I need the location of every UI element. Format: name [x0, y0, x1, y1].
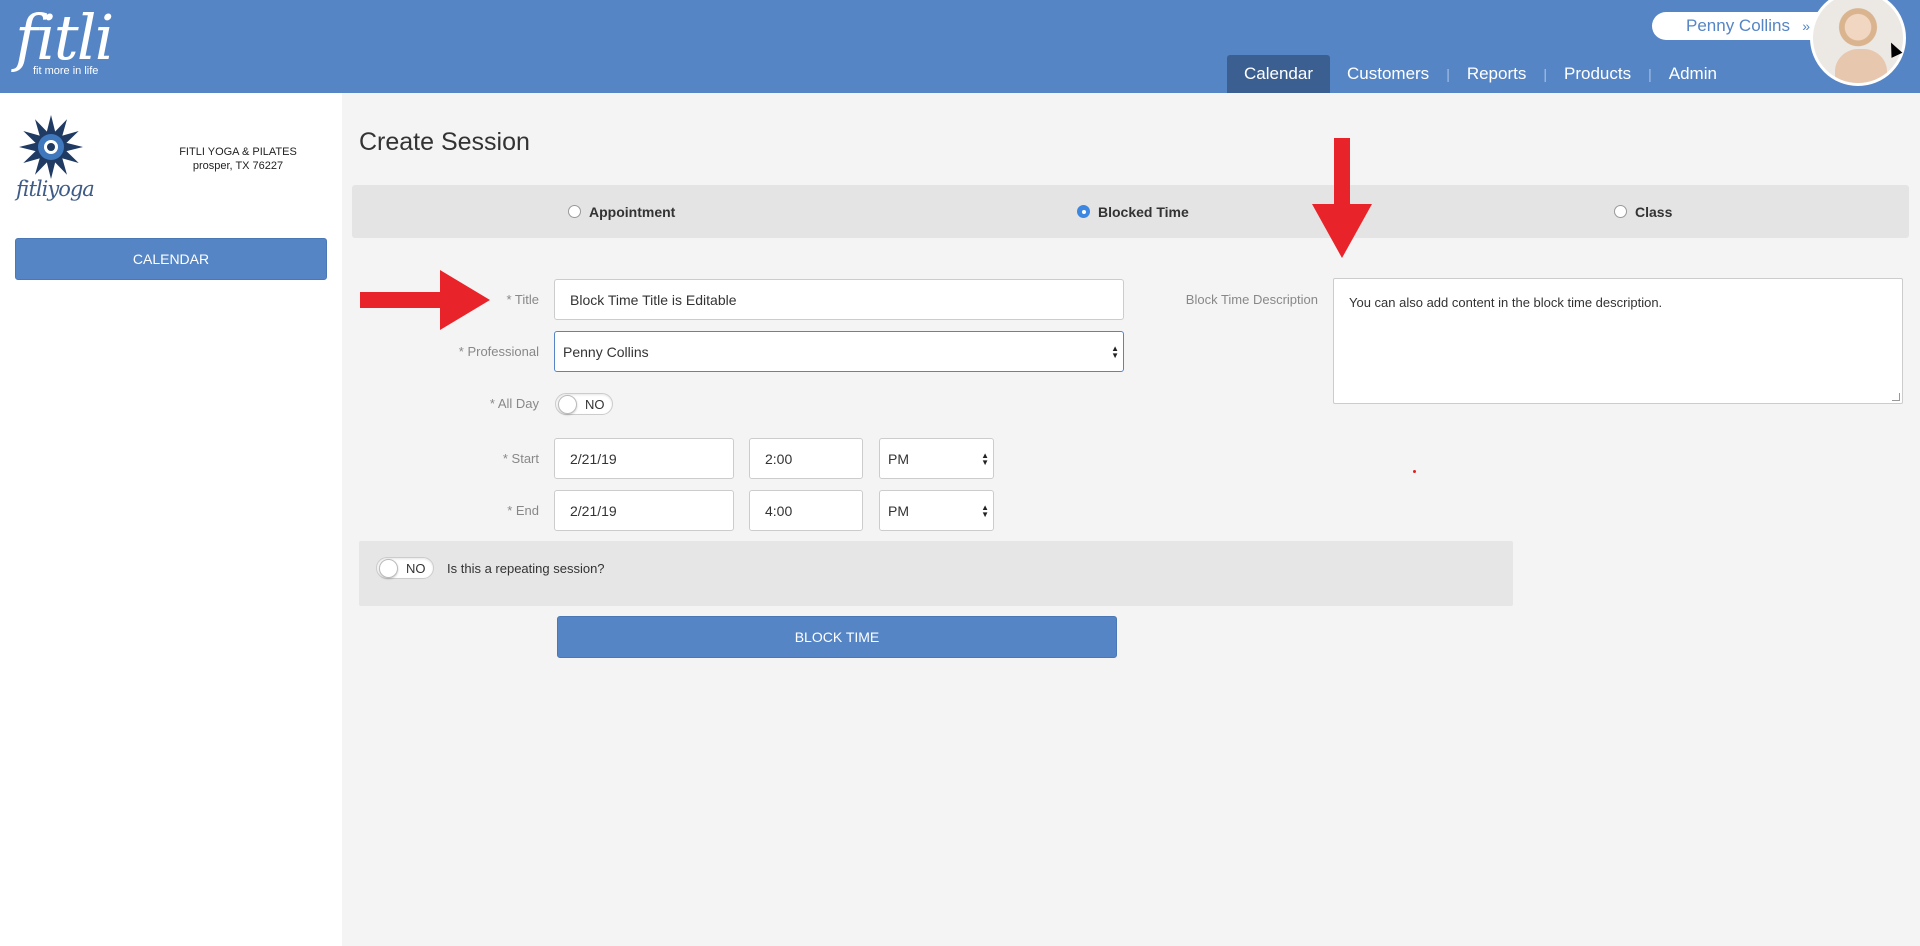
start-ampm-value: PM — [888, 450, 909, 467]
end-date-input[interactable]: 2/21/19 — [554, 490, 734, 531]
start-ampm-select[interactable]: PM ▲ ▼ — [879, 438, 994, 479]
allday-label: * All Day — [489, 396, 539, 411]
red-arrow-right-icon — [360, 270, 490, 330]
appointment-option[interactable]: Appointment — [568, 185, 675, 238]
professional-select-value: Penny Collins — [563, 343, 649, 360]
repeat-question: Is this a repeating session? — [447, 561, 605, 576]
description-value: You can also add content in the block ti… — [1349, 295, 1663, 310]
studio-location: prosper, TX 76227 — [192, 160, 284, 172]
radio-selected-icon[interactable] — [1077, 205, 1090, 218]
start-label: * Start — [502, 451, 539, 466]
select-arrows-icon: ▲ ▼ — [1111, 343, 1119, 360]
repeat-toggle-text: NO — [406, 561, 426, 576]
radio-icon[interactable] — [1614, 205, 1627, 218]
nav-products[interactable]: Products — [1547, 55, 1648, 93]
nav-admin[interactable]: Admin — [1652, 55, 1734, 93]
red-dot-mark — [1413, 470, 1416, 473]
professional-label: * Professional — [458, 344, 539, 359]
user-menu-button[interactable]: Penny Collins » — [1652, 12, 1832, 40]
select-arrows-icon: ▲ ▼ — [981, 502, 989, 519]
end-time-input[interactable]: 4:00 — [749, 490, 863, 531]
class-option[interactable]: Class — [1614, 185, 1672, 238]
session-type-selector: Appointment Blocked Time Class — [352, 185, 1909, 238]
nav-calendar[interactable]: Calendar — [1227, 55, 1330, 93]
radio-icon[interactable] — [568, 205, 581, 218]
calendar-button[interactable]: CALENDAR — [15, 238, 327, 280]
chevron-double-down-icon: » — [1802, 18, 1810, 34]
allday-toggle[interactable]: NO — [555, 393, 613, 415]
start-time-value: 2:00 — [765, 450, 793, 467]
studio-name: FITLI YOGA & PILATES — [179, 146, 297, 158]
studio-logo: fitliyoga — [16, 113, 95, 203]
studio-logo-text: fitliyoga — [16, 177, 95, 201]
start-date-input[interactable]: 2/21/19 — [554, 438, 734, 479]
select-arrows-icon: ▲ ▼ — [981, 450, 989, 467]
red-arrow-down-icon — [1312, 138, 1372, 258]
brand-tagline: fit more in life — [33, 65, 99, 77]
professional-select[interactable]: Penny Collins ▲ ▼ — [554, 331, 1124, 372]
allday-toggle-text: NO — [585, 397, 605, 412]
fitli-logo[interactable]: fitli fit more in life — [15, 1, 114, 78]
main-nav: Calendar Customers | Reports | Products … — [1227, 55, 1734, 93]
repeat-toggle[interactable]: NO — [376, 557, 434, 579]
description-label: Block Time Description — [1185, 292, 1318, 307]
appointment-label: Appointment — [589, 203, 676, 220]
end-ampm-value: PM — [888, 502, 909, 519]
user-name: Penny Collins — [1686, 16, 1790, 35]
studio-info: FITLI YOGA & PILATES prosper, TX 76227 — [178, 145, 298, 173]
sidebar: fitliyoga FITLI YOGA & PILATES prosper, … — [0, 93, 342, 946]
brand-name: fitli — [15, 1, 114, 74]
blocked-time-label: Blocked Time — [1098, 203, 1189, 220]
description-textarea[interactable]: You can also add content in the block ti… — [1333, 278, 1903, 404]
toggle-knob — [379, 559, 398, 578]
toggle-knob — [558, 395, 577, 414]
title-input-value: Block Time Title is Editable — [570, 291, 737, 308]
nav-customers[interactable]: Customers — [1330, 55, 1446, 93]
sunburst-logo-icon — [19, 115, 83, 179]
start-date-value: 2/21/19 — [570, 450, 617, 467]
end-date-value: 2/21/19 — [570, 502, 617, 519]
blocked-time-option[interactable]: Blocked Time — [1077, 185, 1189, 238]
end-time-value: 4:00 — [765, 502, 793, 519]
nav-reports[interactable]: Reports — [1450, 55, 1544, 93]
start-time-input[interactable]: 2:00 — [749, 438, 863, 479]
resize-handle-icon[interactable] — [1892, 393, 1900, 401]
class-label: Class — [1635, 203, 1673, 220]
block-time-button[interactable]: BLOCK TIME — [557, 616, 1117, 658]
top-navbar: fitli fit more in life Penny Collins » C… — [0, 0, 1920, 93]
end-ampm-select[interactable]: PM ▲ ▼ — [879, 490, 994, 531]
end-label: * End — [507, 503, 539, 518]
title-input[interactable]: Block Time Title is Editable — [554, 279, 1124, 320]
page-title: Create Session — [359, 128, 530, 156]
